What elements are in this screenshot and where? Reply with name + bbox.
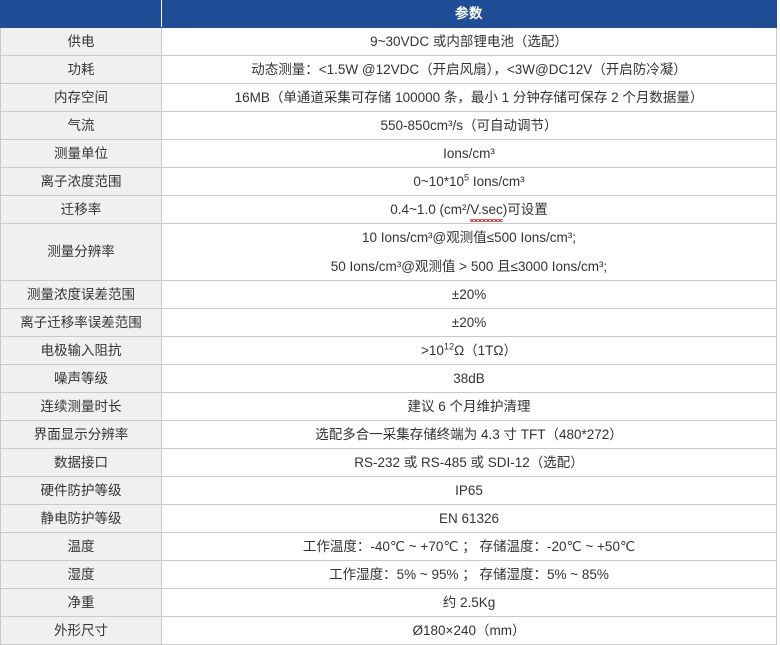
table-row: 离子浓度范围 0~10*105 Ions/cm³ <box>0 167 777 196</box>
parameter-value-cell: 约 2.5Kg <box>161 588 777 617</box>
table-row: 测量单位 Ions/cm³ <box>0 139 777 168</box>
parameter-label-cell: 离子浓度范围 <box>0 167 162 196</box>
parameter-value-cell: 0.4~1.0 (cm²/V.sec)可设置 <box>161 195 777 224</box>
parameter-value-cell: 选配多合一采集存储终端为 4.3 寸 TFT（480*272） <box>161 420 777 449</box>
parameter-label-cell: 内存空间 <box>0 83 162 112</box>
parameter-value-cell: IP65 <box>161 476 777 505</box>
parameter-label-cell: 湿度 <box>0 560 162 589</box>
superscript-exponent: 5 <box>464 172 470 183</box>
table-row: 连续测量时长 建议 6 个月维护清理 <box>0 392 777 421</box>
table-row: 外形尺寸 Ø180×240（mm） <box>0 616 777 645</box>
parameter-value-cell: Ø180×240（mm） <box>161 616 777 645</box>
parameter-value-multiline: 10 Ions/cm³@观测值≤500 Ions/cm³; 50 Ions/cm³… <box>168 228 770 276</box>
table-row: 界面显示分辨率 选配多合一采集存储终端为 4.3 寸 TFT（480*272） <box>0 420 777 449</box>
table-row: 静电防护等级 EN 61326 <box>0 504 777 533</box>
parameter-value-cell: EN 61326 <box>161 504 777 533</box>
parameter-label-cell: 电极输入阻抗 <box>0 336 162 365</box>
parameter-value-cell: 工作温度：-40℃ ~ +70℃ ； 存储温度：-20℃ ~ +50℃ <box>161 532 777 561</box>
table-body: 供电 9~30VDC 或内部锂电池（选配） 功耗 动态测量：<1.5W @12VDC（… <box>0 27 777 645</box>
table-row: 迁移率 0.4~1.0 (cm²/V.sec)可设置 <box>0 195 777 224</box>
table-row: 湿度 工作湿度：5% ~ 95% ； 存储湿度：5% ~ 85% <box>0 560 777 589</box>
table-row: 数据接口 RS-232 或 RS-485 或 SDI-12（选配） <box>0 448 777 477</box>
parameter-label-cell: 功耗 <box>0 55 162 84</box>
parameter-label-cell: 连续测量时长 <box>0 392 162 421</box>
table-row: 测量分辨率 10 Ions/cm³@观测值≤500 Ions/cm³; 50 Ion… <box>0 223 777 281</box>
parameter-label-cell: 测量分辨率 <box>0 223 162 281</box>
superscript-exponent: 12 <box>443 341 455 352</box>
table-header: 参数 <box>0 0 777 28</box>
parameter-label-cell: 数据接口 <box>0 448 162 477</box>
parameter-value-cell: >1012Ω（1TΩ） <box>161 336 777 365</box>
parameter-value-cell: 550-850cm³/s（可自动调节） <box>161 111 777 140</box>
table-row: 电极输入阻抗 >1012Ω（1TΩ） <box>0 336 777 365</box>
table-row: 净重约 2.5Kg <box>0 588 777 617</box>
parameter-label-cell: 迁移率 <box>0 195 162 224</box>
table-row: 供电 9~30VDC 或内部锂电池（选配） <box>0 27 777 56</box>
parameter-label-cell: 外形尺寸 <box>0 616 162 645</box>
parameter-value-cell: Ions/cm³ <box>161 139 777 168</box>
parameter-value-line: 10 Ions/cm³@观测值≤500 Ions/cm³; <box>362 229 576 245</box>
parameter-value-cell: ±20% <box>161 280 777 309</box>
table-row: 噪声等级 38dB <box>0 364 777 393</box>
table-row: 内存空间 16MB（单通道采集可存储 100000 条，最小 1 分钟存储可保存 … <box>0 83 777 112</box>
parameter-label-cell: 温度 <box>0 532 162 561</box>
parameter-value-cell: 9~30VDC 或内部锂电池（选配） <box>161 27 777 56</box>
table-row: 离子迁移率误差范围 ±20% <box>0 308 777 337</box>
header-cell-label-column <box>0 0 162 28</box>
table-row: 功耗 动态测量：<1.5W @12VDC（开启风扇），<3W@DC12V（开启防冷… <box>0 55 777 84</box>
table-row: 气流 550-850cm³/s（可自动调节） <box>0 111 777 140</box>
parameter-value-cell: 建议 6 个月维护清理 <box>161 392 777 421</box>
parameter-value-cell: 38dB <box>161 364 777 393</box>
table-row: 温度 工作温度：-40℃ ~ +70℃ ； 存储温度：-20℃ ~ +50℃ <box>0 532 777 561</box>
parameter-label-cell: 硬件防护等级 <box>0 476 162 505</box>
parameter-value-cell: ±20% <box>161 308 777 337</box>
specification-table: 参数 供电 9~30VDC 或内部锂电池（选配） 功耗 动态测量：<1.5W @12V… <box>0 0 777 645</box>
parameter-label-cell: 噪声等级 <box>0 364 162 393</box>
parameter-value-line: 50 Ions/cm³@观测值 > 500 且≤3000 Ions/cm³; <box>330 258 608 274</box>
table-row: 硬件防护等级 IP65 <box>0 476 777 505</box>
parameter-label-cell: 离子迁移率误差范围 <box>0 308 162 337</box>
parameter-value-cell: 工作湿度：5% ~ 95% ； 存储湿度：5% ~ 85% <box>161 560 777 589</box>
header-cell-parameters: 参数 <box>161 0 777 28</box>
parameter-label-cell: 净重 <box>0 588 162 617</box>
parameter-value-cell: RS-232 或 RS-485 或 SDI-12（选配） <box>161 448 777 477</box>
spellcheck-underline: V.sec <box>470 200 503 222</box>
parameter-value-cell: 16MB（单通道采集可存储 100000 条，最小 1 分钟存储可保存 2 个月… <box>161 83 777 112</box>
parameter-label-cell: 供电 <box>0 27 162 56</box>
table-row: 测量浓度误差范围 ±20% <box>0 280 777 309</box>
parameter-value-cell: 动态测量：<1.5W @12VDC（开启风扇），<3W@DC12V（开启防冷凝） <box>161 55 777 84</box>
parameter-value-cell: 10 Ions/cm³@观测值≤500 Ions/cm³; 50 Ions/cm³… <box>161 223 777 281</box>
header-row: 参数 <box>0 0 777 28</box>
parameter-value-cell: 0~10*105 Ions/cm³ <box>161 167 777 196</box>
parameter-label-cell: 测量单位 <box>0 139 162 168</box>
parameter-label-cell: 界面显示分辨率 <box>0 420 162 449</box>
parameter-label-cell: 气流 <box>0 111 162 140</box>
parameter-label-cell: 测量浓度误差范围 <box>0 280 162 309</box>
parameter-label-cell: 静电防护等级 <box>0 504 162 533</box>
